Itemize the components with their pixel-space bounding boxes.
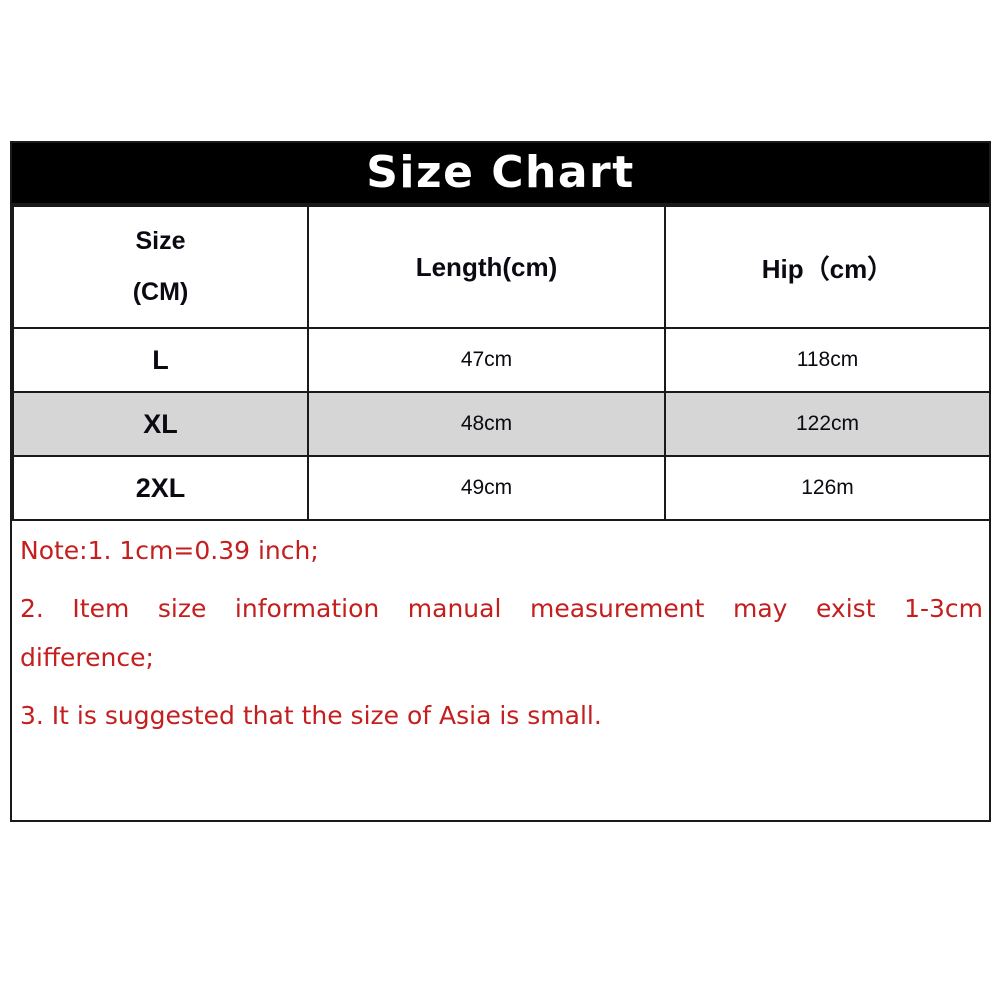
column-header-size: Size (CM) — [12, 205, 309, 329]
column-header-length: Length(cm) — [307, 205, 666, 329]
cell-length: 48cm — [307, 391, 666, 457]
cell-length: 47cm — [307, 327, 666, 393]
note-line-3: 3. It is suggested that the size of Asia… — [20, 700, 602, 730]
table-row: 2XL 49cm 126m — [12, 455, 991, 521]
column-header-size-line2: (CM) — [132, 278, 189, 306]
note-line-1: Note:1. 1cm=0.39 inch; — [20, 536, 319, 565]
column-header-size-line1: Size — [135, 227, 186, 255]
table-row: XL 48cm 122cm — [12, 391, 991, 457]
size-chart-page: Size Chart Size (CM) Length(cm) Hip（cm） — [0, 0, 1001, 1001]
cell-hip: 118cm — [664, 327, 991, 393]
cell-size: 2XL — [12, 455, 309, 521]
table-header-row: Size (CM) Length(cm) Hip（cm） — [12, 205, 991, 329]
cell-hip: 122cm — [664, 391, 991, 457]
column-header-hip: Hip（cm） — [664, 205, 991, 329]
note-line-2: 2. Item size information manual measurem… — [20, 593, 983, 623]
chart-title-bar: Size Chart — [12, 143, 989, 205]
cell-length: 49cm — [307, 455, 666, 521]
size-table-header: Size (CM) Length(cm) Hip（cm） — [12, 205, 991, 329]
size-table: Size (CM) Length(cm) Hip（cm） L 47cm 118c… — [12, 205, 991, 521]
cell-hip: 126m — [664, 455, 991, 521]
size-table-body: L 47cm 118cm XL 48cm 122cm 2XL 49cm 126m — [12, 327, 991, 521]
notes-section: Note:1. 1cm=0.39 inch; 2. Item size info… — [12, 521, 989, 739]
size-chart-frame: Size Chart Size (CM) Length(cm) Hip（cm） — [10, 141, 991, 822]
page-title: Size Chart — [366, 147, 635, 198]
cell-size: XL — [12, 391, 309, 457]
note-line-2-continuation: difference; — [20, 643, 154, 672]
table-row: L 47cm 118cm — [12, 327, 991, 393]
cell-size: L — [12, 327, 309, 393]
